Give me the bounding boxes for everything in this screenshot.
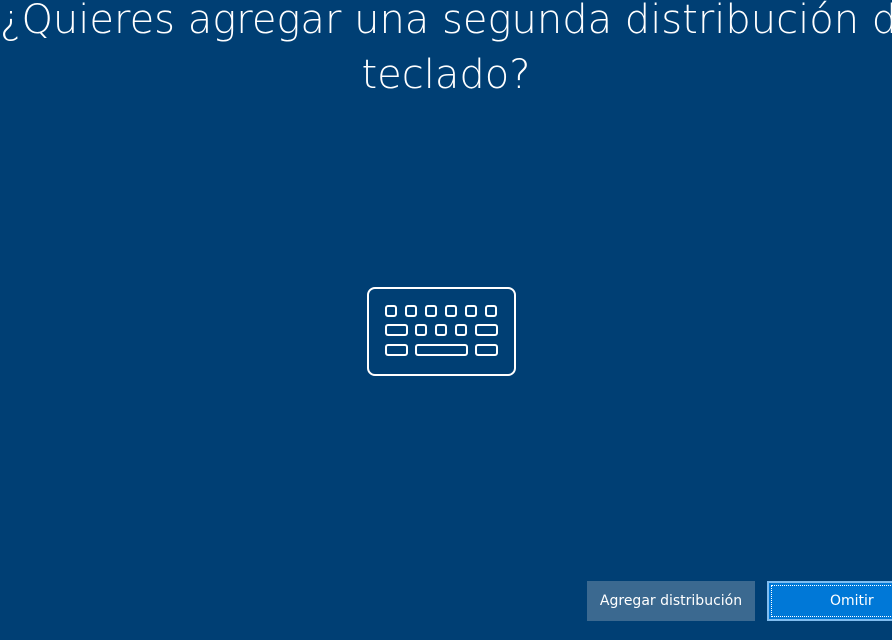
page-title: ¿Quieres agregar una segunda distribució… [0, 0, 892, 103]
add-layout-button[interactable]: Agregar distribución [587, 581, 755, 621]
skip-button[interactable]: Omitir [767, 581, 892, 621]
page-title-line-1: ¿Quieres agregar una segunda distribució… [0, 0, 892, 43]
page-title-line-2: teclado? [361, 52, 531, 98]
keyboard-icon [367, 287, 516, 376]
oobe-screen: ¿Quieres agregar una segunda distribució… [0, 0, 892, 640]
